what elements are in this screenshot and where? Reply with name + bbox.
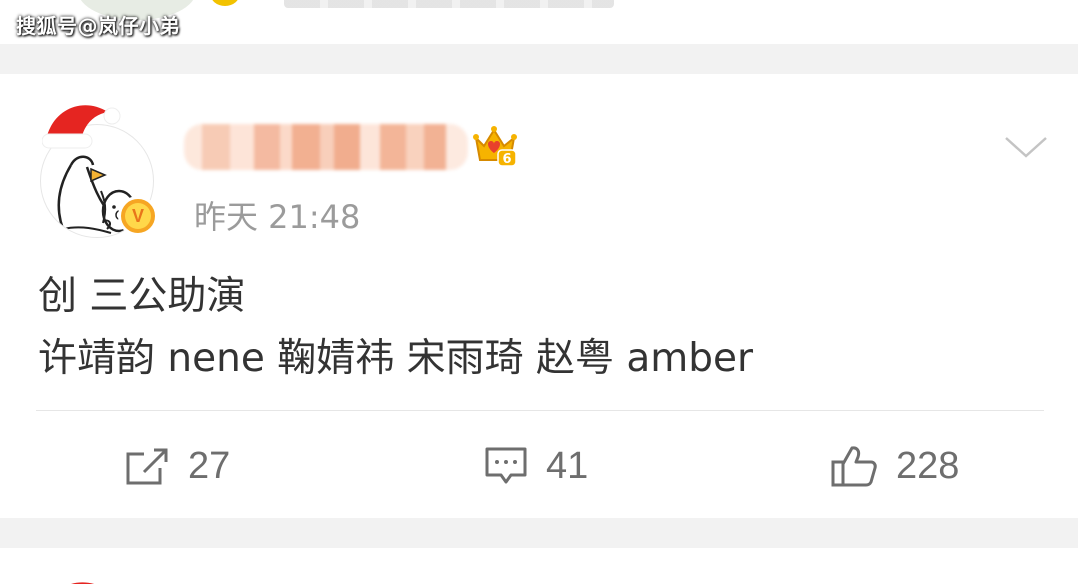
share-icon xyxy=(126,448,168,485)
like-button[interactable]: 228 xyxy=(830,438,959,494)
previous-post-text xyxy=(284,0,614,8)
divider xyxy=(36,410,1044,411)
thumbs-up-icon xyxy=(831,446,877,487)
santa-hat-icon xyxy=(71,582,94,584)
comment-icon xyxy=(485,447,527,484)
weibo-post-card[interactable]: V 6 昨天 21:48 创 三公助演 许靖韵 nene 鞠婧祎 宋雨琦 赵粤 … xyxy=(0,74,1078,518)
vip-level: 6 xyxy=(502,152,511,167)
username-pixelated[interactable] xyxy=(184,124,468,170)
watermark: 搜狐号@岚仔小弟 xyxy=(16,14,180,38)
previous-post-card: 搜狐号@岚仔小弟 xyxy=(0,0,1078,44)
previous-post-badge xyxy=(210,0,240,6)
verified-badge-label: V xyxy=(125,203,151,229)
post-content-line-1: 创 三公助演 xyxy=(38,274,246,319)
post-content-line-2: 许靖韵 nene 鞠婧祎 宋雨琦 赵粤 amber xyxy=(38,336,754,381)
chevron-down-icon[interactable] xyxy=(1004,132,1048,162)
share-button[interactable]: 27 xyxy=(124,438,230,494)
post-timestamp: 昨天 21:48 xyxy=(194,198,361,236)
comment-count: 41 xyxy=(546,444,589,487)
comment-button[interactable]: 41 xyxy=(484,438,588,494)
like-count: 228 xyxy=(896,444,960,487)
share-count: 27 xyxy=(188,444,231,487)
crown-badge-icon[interactable]: 6 xyxy=(472,124,518,168)
post-content: 创 三公助演 许靖韵 nene 鞠婧祎 宋雨琦 赵粤 amber xyxy=(38,266,753,390)
next-post-card xyxy=(0,548,1078,584)
santa-hat-icon xyxy=(42,105,121,149)
verified-badge: V xyxy=(118,196,158,236)
